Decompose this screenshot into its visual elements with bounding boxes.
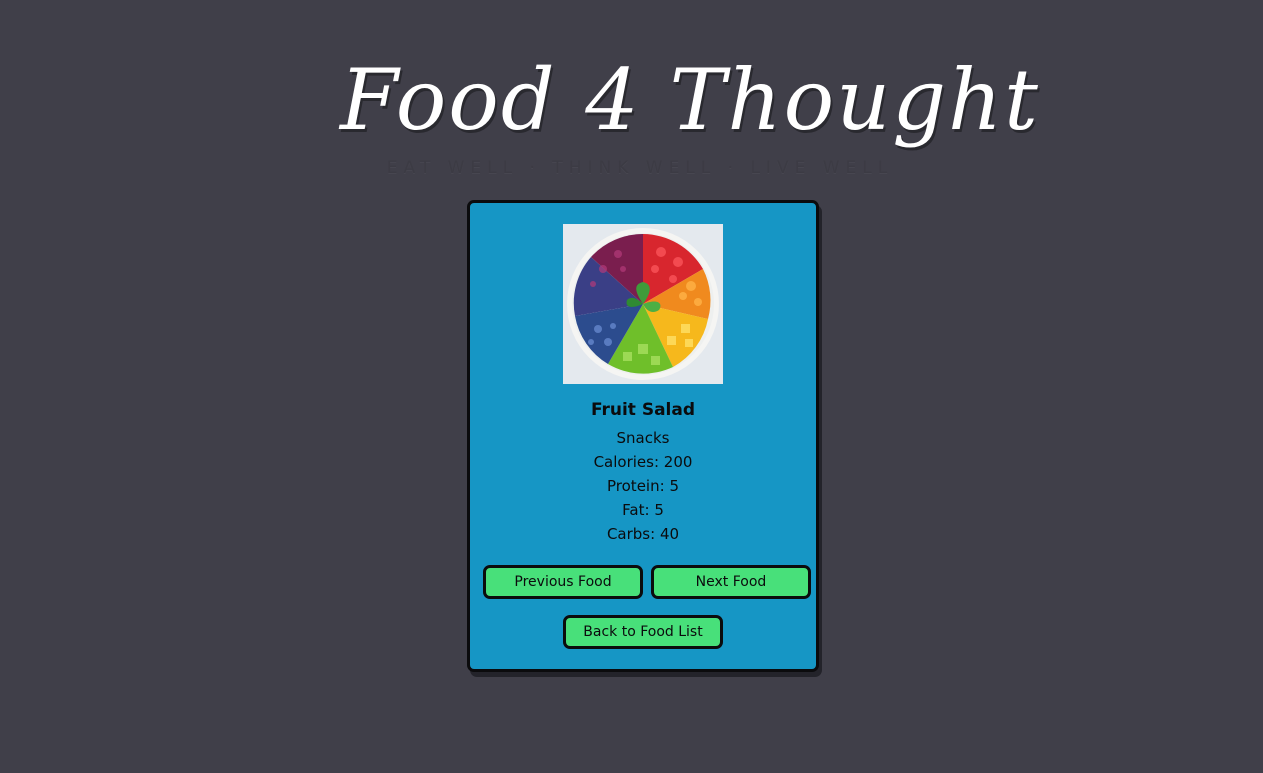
fat-row: Fat: 5	[470, 501, 816, 519]
calories-label: Calories:	[593, 453, 660, 471]
next-food-button[interactable]: Next Food	[651, 565, 811, 599]
previous-food-button[interactable]: Previous Food	[483, 565, 643, 599]
fruit-bowl-image	[563, 224, 723, 384]
food-name: Fruit Salad	[590, 400, 696, 420]
site-title: Food 4 Thought	[340, 51, 1040, 149]
protein-label: Protein:	[607, 477, 665, 495]
calories-row: Calories: 200	[470, 453, 816, 471]
protein-row: Protein: 5	[470, 477, 816, 495]
site-tagline: EAT WELL · THINK WELL · LIVE WELL	[386, 158, 894, 178]
carbs-row: Carbs: 40	[470, 525, 816, 543]
food-image	[563, 224, 723, 384]
calories-value: 200	[663, 453, 693, 471]
food-detail-card: Fruit Salad Snacks Calories: 200 Protein…	[467, 200, 819, 672]
site-logo: Food 4 Thought EAT WELL · THINK WELL · L…	[340, 40, 1040, 200]
carbs-value: 40	[659, 525, 680, 543]
carbs-label: Carbs:	[606, 525, 656, 543]
fat-label: Fat:	[622, 501, 650, 519]
back-to-food-list-button[interactable]: Back to Food List	[563, 615, 723, 649]
page: Food 4 Thought EAT WELL · THINK WELL · L…	[0, 0, 1263, 773]
protein-value: 5	[669, 477, 679, 495]
food-category: Snacks	[616, 429, 670, 447]
fat-value: 5	[654, 501, 664, 519]
